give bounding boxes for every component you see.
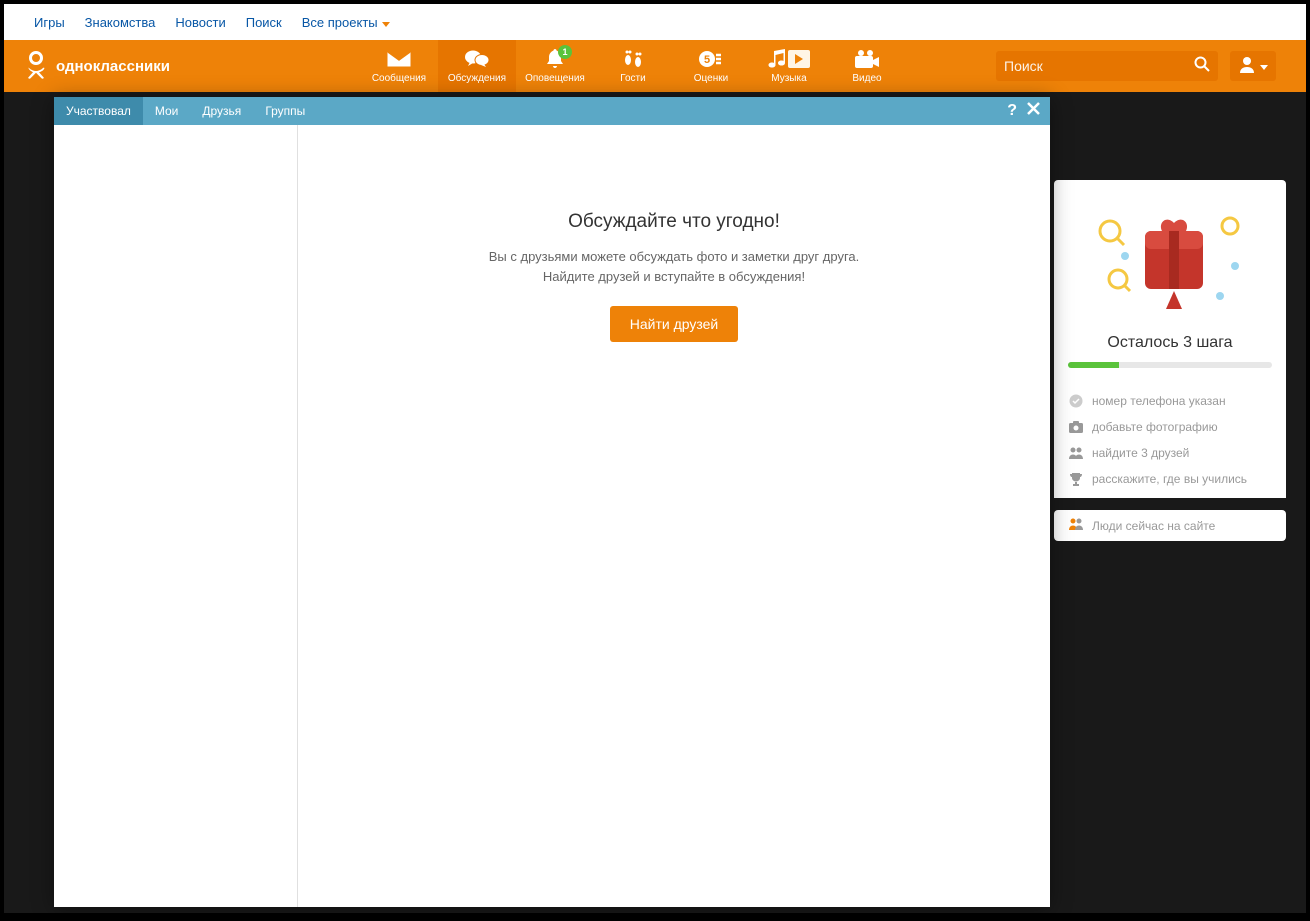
nav-messages[interactable]: Сообщения	[360, 40, 438, 92]
nav-video[interactable]: Видео	[828, 40, 906, 92]
steps-list: номер телефона указан добавьте фотографи…	[1054, 382, 1286, 498]
nav-label: Обсуждения	[448, 73, 506, 84]
user-menu[interactable]	[1230, 51, 1276, 81]
help-button[interactable]: ?	[1007, 102, 1017, 120]
search-input[interactable]	[1004, 58, 1194, 74]
nav-notifications[interactable]: 1 Оповещения	[516, 40, 594, 92]
top-link-dating[interactable]: Знакомства	[85, 15, 156, 30]
step-label: расскажите, где вы учились	[1092, 472, 1247, 486]
modal-tabs: Участвовал Мои Друзья Группы ?	[54, 97, 1050, 125]
onboarding-card: Осталось 3 шага	[1054, 180, 1286, 382]
discussions-modal: Участвовал Мои Друзья Группы ? Обсуждайт…	[54, 97, 1050, 907]
progress-bar	[1068, 362, 1272, 368]
step-photo[interactable]: добавьте фотографию	[1054, 414, 1286, 440]
nav-guests[interactable]: Гости	[594, 40, 672, 92]
camera-icon	[1068, 419, 1084, 435]
top-links-bar: Игры Знакомства Новости Поиск Все проект…	[4, 4, 1306, 40]
main-nav-bar: одноклассники Сообщения Обсуждения 1	[4, 40, 1306, 92]
steps-title: Осталось 3 шага	[1054, 334, 1286, 352]
logo[interactable]: одноклассники	[24, 50, 170, 82]
bell-icon: 1	[546, 48, 564, 70]
online-users-label: Люди сейчас на сайте	[1092, 519, 1215, 533]
video-icon	[855, 48, 879, 70]
play-icon	[788, 50, 810, 68]
step-education[interactable]: расскажите, где вы учились	[1054, 466, 1286, 492]
logo-icon	[24, 50, 48, 82]
rating-icon: 5	[699, 48, 723, 70]
tab-mine[interactable]: Мои	[143, 97, 191, 125]
notification-badge: 1	[558, 45, 572, 59]
modal-description: Вы с друзьями можете обсуждать фото и за…	[489, 247, 860, 286]
trophy-icon	[1068, 471, 1084, 487]
nav-label: Оценки	[694, 73, 728, 84]
people-icon	[1068, 445, 1084, 461]
modal-body: Обсуждайте что угодно! Вы с друзьями мож…	[54, 125, 1050, 907]
envelope-icon	[387, 48, 411, 70]
step-label: добавьте фотографию	[1092, 420, 1218, 434]
nav-label: Видео	[852, 73, 881, 84]
step-friends[interactable]: найдите 3 друзей	[1054, 440, 1286, 466]
tab-friends[interactable]: Друзья	[190, 97, 253, 125]
step-label: номер телефона указан	[1092, 394, 1226, 408]
right-panel: Осталось 3 шага номер телефона указан до…	[1054, 180, 1286, 541]
footprints-icon	[623, 48, 643, 70]
user-avatar-icon	[1238, 55, 1256, 78]
search-box[interactable]	[996, 51, 1218, 81]
body-area: Осталось 3 шага номер телефона указан до…	[4, 92, 1306, 913]
tab-groups[interactable]: Группы	[253, 97, 317, 125]
tab-participated[interactable]: Участвовал	[54, 97, 143, 125]
top-link-games[interactable]: Игры	[34, 15, 65, 30]
people-online-icon	[1068, 518, 1084, 533]
top-link-all-projects[interactable]: Все проекты	[302, 15, 390, 30]
step-phone[interactable]: номер телефона указан	[1054, 388, 1286, 414]
chat-bubbles-icon	[464, 48, 490, 70]
online-users-link[interactable]: Люди сейчас на сайте	[1054, 510, 1286, 541]
music-icon	[768, 48, 810, 70]
svg-text:5: 5	[704, 54, 710, 66]
top-link-search[interactable]: Поиск	[246, 15, 282, 30]
nav-label: Оповещения	[525, 73, 585, 84]
close-button[interactable]	[1027, 102, 1040, 120]
nav-items: Сообщения Обсуждения 1 Оповещения Гос	[360, 40, 906, 92]
nav-label: Музыка	[771, 73, 806, 84]
nav-discussions[interactable]: Обсуждения	[438, 40, 516, 92]
logo-text: одноклассники	[56, 58, 170, 75]
check-circle-icon	[1068, 393, 1084, 409]
find-friends-button[interactable]: Найти друзей	[610, 306, 739, 342]
step-label: найдите 3 друзей	[1092, 446, 1189, 460]
modal-content: Обсуждайте что угодно! Вы с друзьями мож…	[298, 125, 1050, 907]
nav-label: Гости	[620, 73, 645, 84]
nav-label: Сообщения	[372, 73, 426, 84]
top-link-news[interactable]: Новости	[175, 15, 225, 30]
search-icon[interactable]	[1194, 56, 1210, 77]
gift-illustration	[1054, 196, 1286, 326]
nav-ratings[interactable]: 5 Оценки	[672, 40, 750, 92]
nav-music[interactable]: Музыка	[750, 40, 828, 92]
modal-title: Обсуждайте что угодно!	[568, 211, 780, 233]
chevron-down-icon	[1260, 57, 1268, 75]
modal-sidebar	[54, 125, 298, 907]
progress-fill	[1068, 362, 1119, 368]
